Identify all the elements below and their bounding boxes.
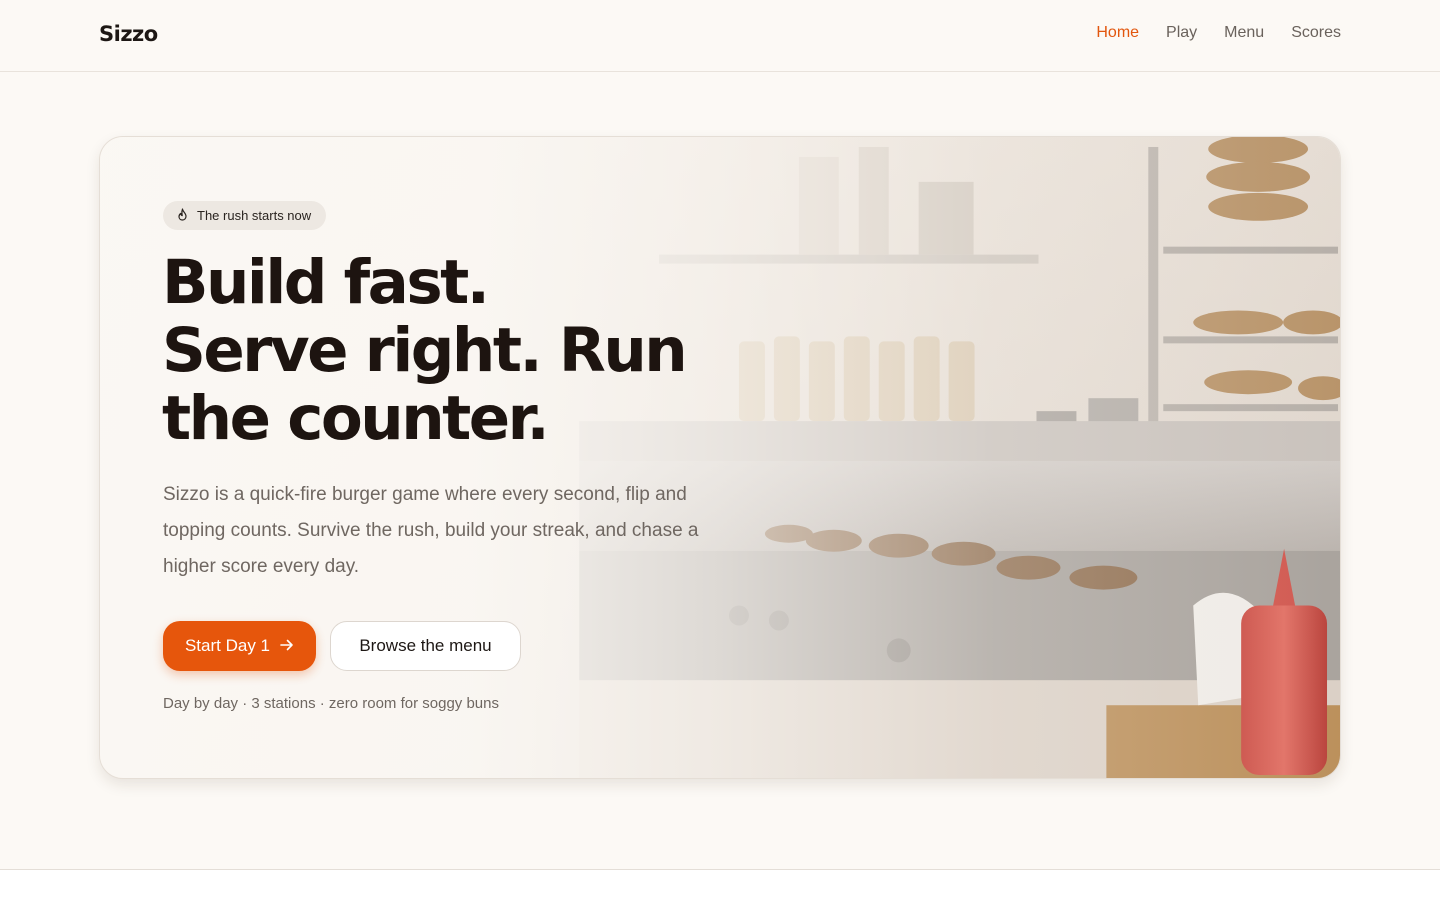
main-nav: Home Play Menu Scores [1096, 24, 1341, 42]
hero-headline-line-2: Serve right. Run [162, 315, 688, 386]
hero-description: Sizzo is a quick-fire burger game where … [163, 484, 699, 577]
hero-footnote: Day by day · 3 stations · zero room for … [163, 695, 499, 712]
hero-badge-text: The rush starts now [197, 208, 312, 223]
brand-logo[interactable]: Sizzo [99, 22, 158, 46]
hero-card: The rush starts now Build fast. Serve ri… [99, 136, 1341, 779]
hero-headline-line-3: the counter. [162, 383, 550, 454]
hero-headline: Build fast. Serve right. Run the counter… [162, 249, 782, 453]
next-section [0, 870, 1440, 900]
browse-menu-button[interactable]: Browse the menu [330, 621, 521, 671]
hero-overlay-gradient [100, 137, 1340, 778]
arrow-right-icon [280, 636, 294, 656]
top-navigation-bar: Sizzo Home Play Menu Scores [0, 0, 1440, 72]
nav-item-play[interactable]: Play [1166, 24, 1197, 42]
hero-headline-line-1: Build fast. [162, 247, 490, 318]
nav-item-home[interactable]: Home [1096, 24, 1139, 42]
hero-badge: The rush starts now [163, 201, 327, 230]
nav-item-menu[interactable]: Menu [1224, 24, 1264, 42]
start-day-button[interactable]: Start Day 1 [163, 621, 316, 671]
nav-item-scores[interactable]: Scores [1291, 24, 1341, 42]
flame-icon [177, 207, 188, 224]
start-day-button-label: Start Day 1 [184, 636, 271, 655]
